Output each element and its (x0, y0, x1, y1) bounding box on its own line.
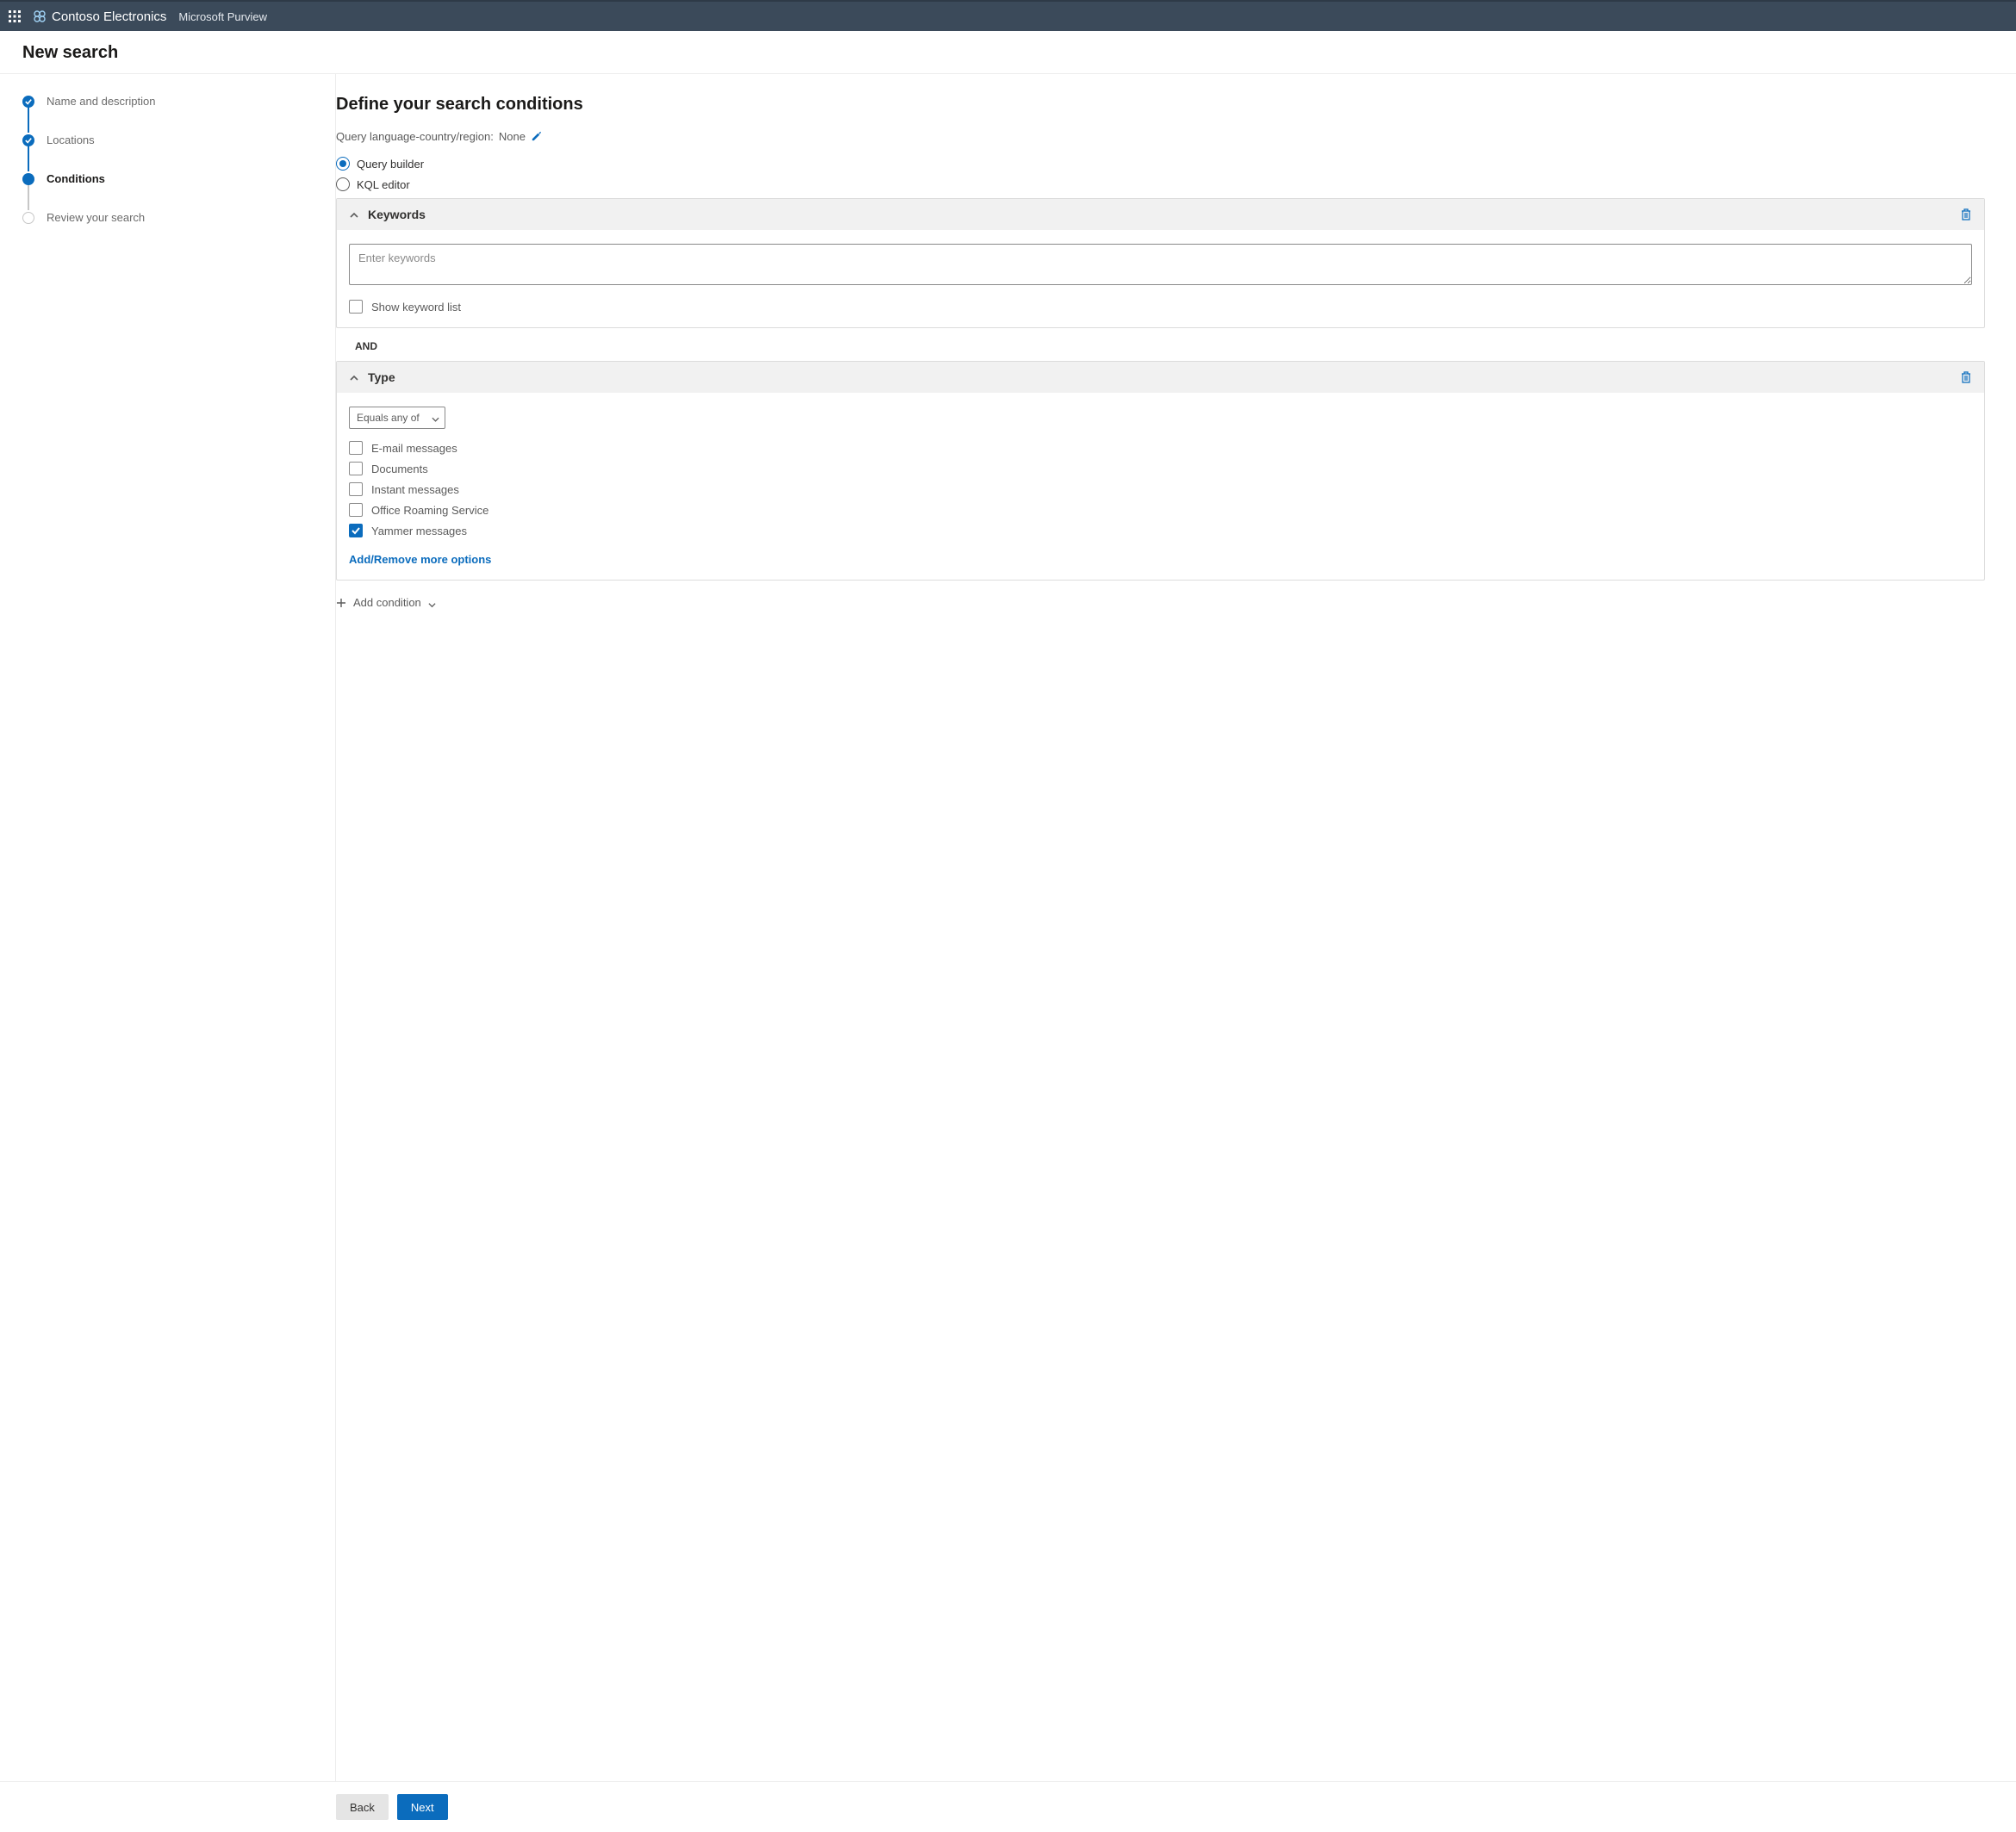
operator-select-value: Equals any of (357, 412, 420, 424)
radio-unselected-icon (336, 177, 350, 191)
chevron-down-icon (432, 414, 439, 422)
edit-icon[interactable] (531, 131, 542, 142)
footer: Back Next (0, 1781, 2016, 1832)
type-card-title: Type (368, 370, 395, 384)
step-connector (28, 146, 29, 171)
step-completed-icon (22, 96, 34, 108)
delete-icon[interactable] (1960, 208, 1972, 220)
add-condition-label: Add condition (353, 596, 421, 609)
org-icon (33, 9, 47, 23)
type-option-office-roaming-service[interactable]: Office Roaming Service (349, 503, 1972, 517)
chevron-down-icon (428, 599, 436, 606)
type-option-documents[interactable]: Documents (349, 462, 1972, 475)
type-option-instant-messages[interactable]: Instant messages (349, 482, 1972, 496)
back-button[interactable]: Back (336, 1794, 389, 1820)
keywords-card-title: Keywords (368, 208, 426, 221)
query-language-value: None (499, 130, 526, 143)
org-name[interactable]: Contoso Electronics (33, 9, 166, 24)
step-connector (28, 107, 29, 133)
step-name-and-description[interactable]: Name and description (22, 95, 313, 108)
checkbox-label: Office Roaming Service (371, 504, 488, 517)
step-label: Review your search (47, 211, 145, 224)
radio-label: Query builder (357, 158, 424, 171)
step-label: Conditions (47, 172, 105, 185)
main-panel: Define your search conditions Query lang… (336, 74, 2016, 1781)
add-condition-button[interactable]: Add condition (336, 596, 1985, 609)
checkbox-label: Instant messages (371, 483, 459, 496)
keywords-card-header[interactable]: Keywords (337, 199, 1984, 230)
step-current-icon (22, 173, 34, 185)
step-review-your-search[interactable]: Review your search (22, 211, 313, 224)
type-option-yammer-messages[interactable]: Yammer messages (349, 524, 1972, 537)
checkbox-checked-icon (349, 524, 363, 537)
type-option-email-messages[interactable]: E-mail messages (349, 441, 1972, 455)
and-separator: AND (355, 340, 1985, 352)
app-launcher-icon[interactable] (9, 10, 21, 22)
radio-label: KQL editor (357, 178, 410, 191)
step-label: Locations (47, 134, 95, 146)
radio-kql-editor[interactable]: KQL editor (336, 177, 1985, 191)
plus-icon (336, 598, 346, 608)
wizard-sidebar: Name and description Locations Condition… (0, 74, 336, 1781)
delete-icon[interactable] (1960, 371, 1972, 383)
type-card-header[interactable]: Type (337, 362, 1984, 393)
checkbox-label: Yammer messages (371, 525, 467, 537)
step-conditions[interactable]: Conditions (22, 172, 313, 185)
checkbox-label: E-mail messages (371, 442, 457, 455)
query-language-row: Query language-country/region: None (336, 130, 1985, 143)
operator-select[interactable]: Equals any of (349, 407, 445, 429)
type-card: Type Equals any of E-mail messages (336, 361, 1985, 581)
service-name: Microsoft Purview (178, 10, 267, 23)
next-button[interactable]: Next (397, 1794, 448, 1820)
checkbox-unchecked-icon (349, 300, 363, 314)
step-future-icon (22, 212, 34, 224)
keywords-input[interactable] (349, 244, 1972, 285)
radio-selected-icon (336, 157, 350, 171)
chevron-up-icon (349, 209, 359, 220)
step-locations[interactable]: Locations (22, 134, 313, 146)
keywords-card: Keywords Show keyword list (336, 198, 1985, 328)
chevron-up-icon (349, 372, 359, 382)
workspace: Name and description Locations Condition… (0, 74, 2016, 1781)
add-remove-more-options-link[interactable]: Add/Remove more options (349, 553, 491, 566)
top-bar: Contoso Electronics Microsoft Purview (0, 0, 2016, 31)
checkbox-unchecked-icon (349, 462, 363, 475)
checkbox-unchecked-icon (349, 441, 363, 455)
main-heading: Define your search conditions (336, 95, 1985, 115)
checkbox-unchecked-icon (349, 482, 363, 496)
radio-query-builder[interactable]: Query builder (336, 157, 1985, 171)
org-name-label: Contoso Electronics (52, 9, 166, 24)
step-label: Name and description (47, 95, 155, 108)
checkbox-unchecked-icon (349, 503, 363, 517)
query-language-label: Query language-country/region: (336, 130, 494, 143)
step-connector (28, 184, 29, 210)
step-completed-icon (22, 134, 34, 146)
show-keyword-list-checkbox[interactable]: Show keyword list (349, 300, 1972, 314)
checkbox-label: Documents (371, 463, 428, 475)
page-title: New search (0, 31, 2016, 74)
checkbox-label: Show keyword list (371, 301, 461, 314)
